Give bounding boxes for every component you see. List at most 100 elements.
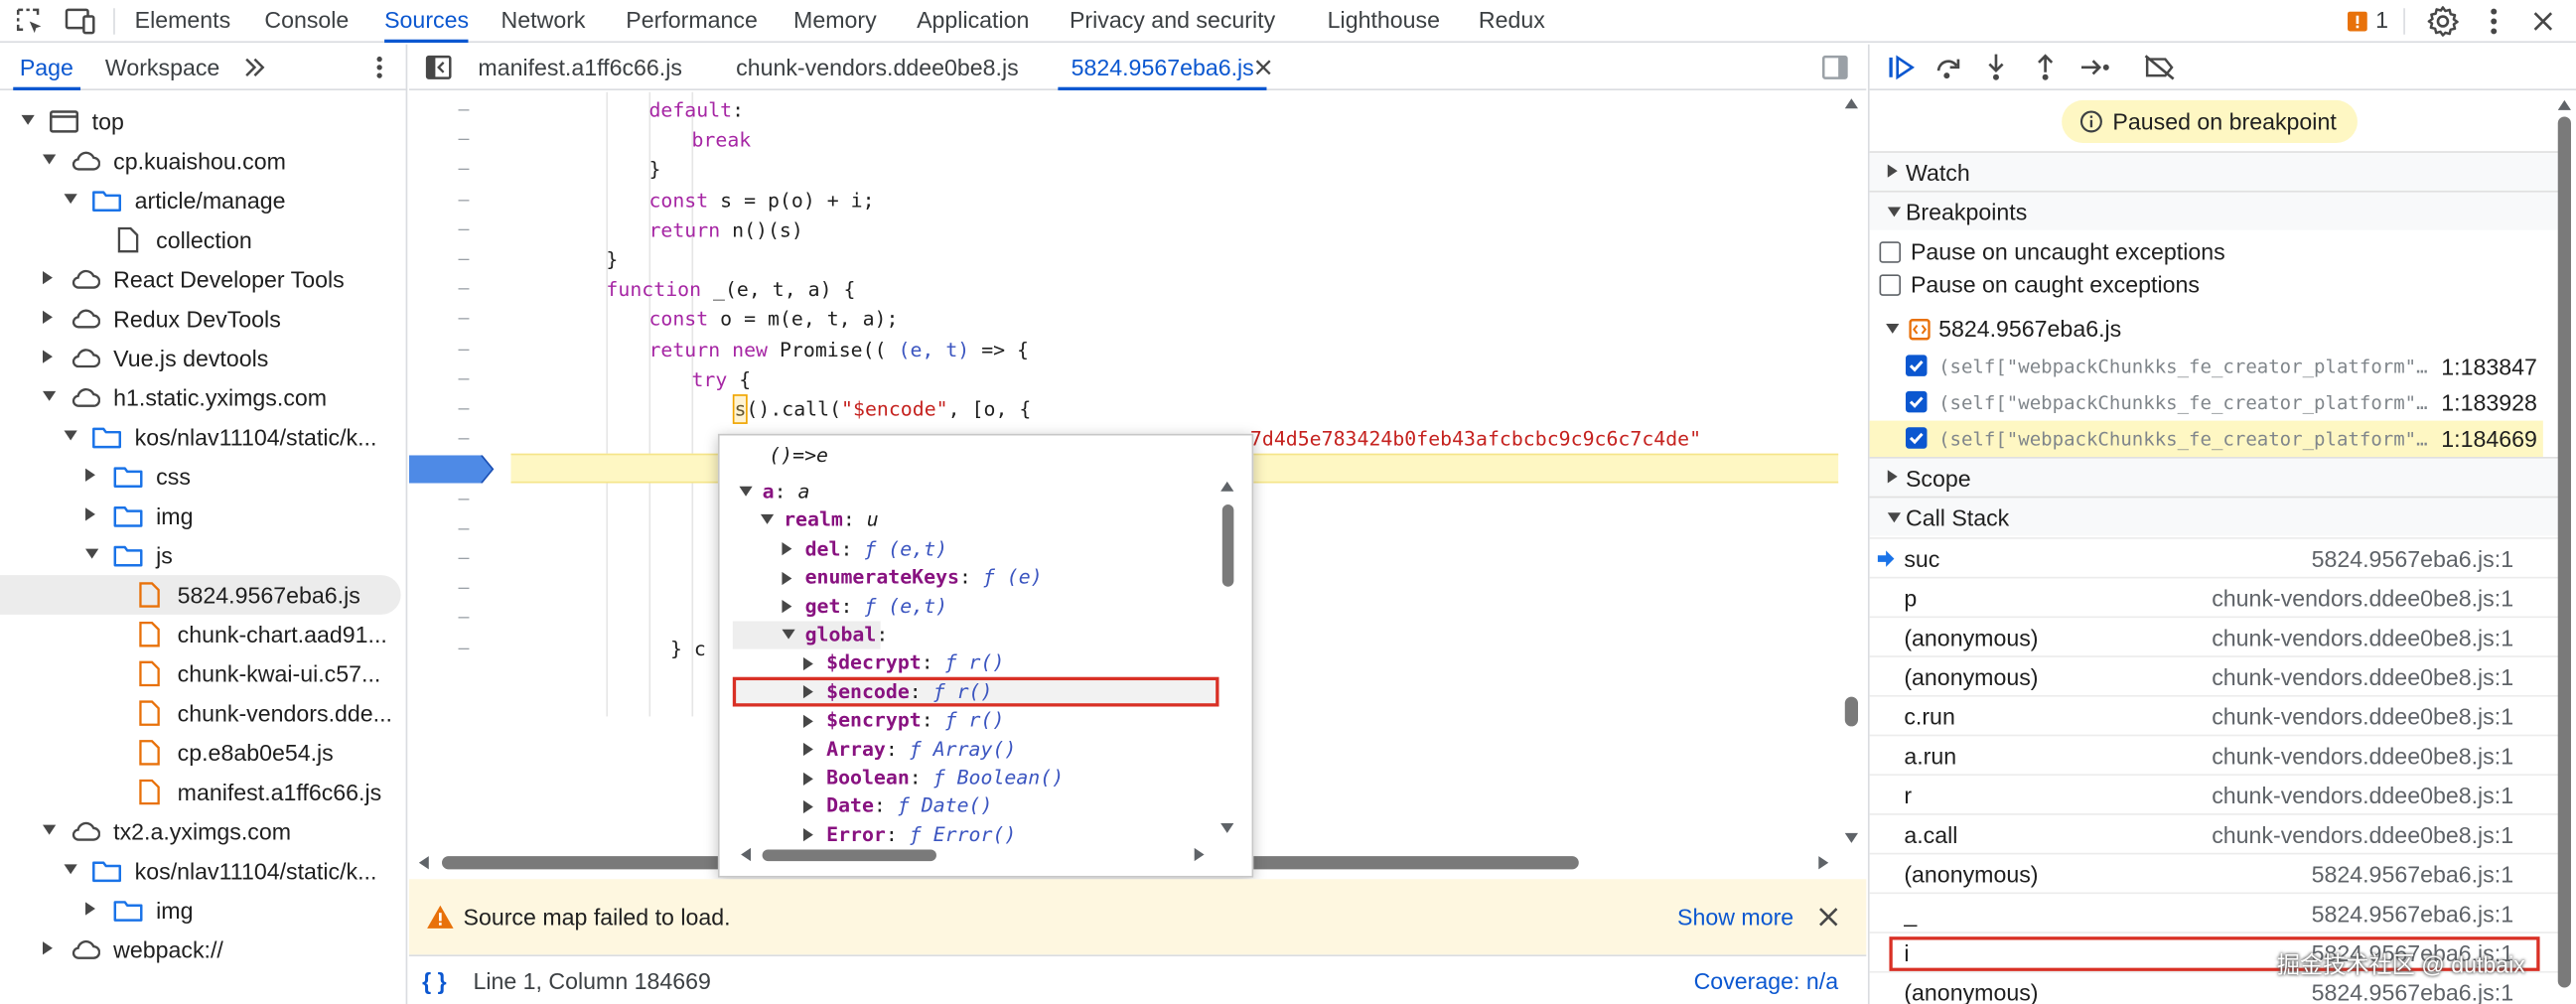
tree-item[interactable]: img bbox=[0, 497, 407, 536]
tree-item[interactable]: webpack:// bbox=[0, 931, 407, 970]
top-tab-console[interactable]: Console bbox=[264, 0, 349, 43]
popover-hscrollbar-thumb[interactable] bbox=[762, 849, 936, 862]
toggle-navigator-icon[interactable] bbox=[424, 55, 454, 80]
issues-flag-icon[interactable] bbox=[2347, 10, 2367, 33]
breakpoint-checkbox[interactable] bbox=[1905, 390, 1928, 413]
settings-gear-icon[interactable] bbox=[2425, 3, 2461, 39]
call-frame-location[interactable]: chunk-vendors.ddee0be8.js:1 bbox=[2212, 776, 2513, 815]
pretty-print-icon[interactable]: { } bbox=[422, 964, 446, 997]
step-icon[interactable] bbox=[2078, 51, 2114, 83]
tree-item[interactable]: h1.static.yximgs.com bbox=[0, 378, 407, 418]
chevron-right-icon[interactable] bbox=[43, 310, 53, 324]
close-tab-icon[interactable] bbox=[1252, 56, 1275, 78]
navigator-more-icon[interactable] bbox=[364, 55, 394, 80]
chevron-down-icon[interactable] bbox=[43, 390, 57, 401]
tree-item[interactable]: chunk-vendors.dde... bbox=[0, 693, 407, 733]
tab-workspace[interactable]: Workspace bbox=[105, 45, 219, 90]
popover-row[interactable]: $decrypt: ƒ r() bbox=[802, 649, 1004, 678]
more-tabs-chevron-icon[interactable] bbox=[240, 55, 270, 80]
hover-popover[interactable]: ()=>e a: a realm: u del: ƒ (e,t) enumerateK… bbox=[717, 433, 1254, 878]
call-frame[interactable]: suc 5824.9567eba6.js:1 bbox=[1869, 537, 2560, 579]
tree-item[interactable]: kos/nlav11104/static/k... bbox=[0, 851, 407, 891]
tree-item[interactable]: kos/nlav11104/static/k... bbox=[0, 417, 407, 457]
popover-row[interactable]: Error: ƒ Error() bbox=[802, 821, 1016, 850]
chevron-down-icon[interactable] bbox=[43, 154, 57, 165]
tab-page[interactable]: Page bbox=[13, 45, 80, 91]
chevron-down-icon[interactable] bbox=[64, 864, 77, 875]
section-call-stack[interactable]: Call Stack bbox=[1869, 496, 2560, 536]
chevron-down-icon[interactable] bbox=[760, 514, 775, 525]
chevron-right-icon[interactable] bbox=[782, 542, 792, 556]
chevron-right-icon[interactable] bbox=[782, 571, 792, 585]
call-frame-location[interactable]: 5824.9567eba6.js:1 bbox=[2312, 894, 2513, 933]
top-tab-lighthouse[interactable]: Lighthouse bbox=[1328, 0, 1440, 43]
tree-item[interactable]: 5824.9567eba6.js bbox=[0, 575, 401, 615]
tree-item[interactable]: img bbox=[0, 891, 407, 931]
section-breakpoints[interactable]: Breakpoints bbox=[1869, 190, 2560, 230]
chevron-right-icon[interactable] bbox=[43, 271, 53, 285]
tree-item[interactable]: Redux DevTools bbox=[0, 299, 407, 339]
scroll-up-icon[interactable] bbox=[1843, 95, 1860, 112]
top-tab-redux[interactable]: Redux bbox=[1479, 0, 1545, 43]
chevron-right-icon[interactable] bbox=[802, 771, 813, 786]
call-frame[interactable]: (anonymous) chunk-vendors.ddee0be8.js:1 bbox=[1869, 655, 2560, 697]
tree-item[interactable]: article/manage bbox=[0, 181, 407, 220]
breakpoint-marker-icon[interactable] bbox=[408, 455, 495, 484]
popover-scrollbar-thumb[interactable] bbox=[1221, 503, 1234, 587]
call-frame-location[interactable]: chunk-vendors.ddee0be8.js:1 bbox=[2212, 618, 2513, 657]
call-frame[interactable]: c.run chunk-vendors.ddee0be8.js:1 bbox=[1869, 694, 2560, 735]
top-tab-privacy-and-security[interactable]: Privacy and security bbox=[1070, 0, 1275, 43]
resume-icon[interactable] bbox=[1883, 51, 1919, 83]
call-frame-location[interactable]: chunk-vendors.ddee0be8.js:1 bbox=[2212, 578, 2513, 618]
call-frame-location[interactable]: 5824.9567eba6.js:1 bbox=[2312, 854, 2513, 894]
call-frame-location[interactable]: 5824.9567eba6.js:1 bbox=[2312, 539, 2513, 579]
call-frame[interactable]: a.call chunk-vendors.ddee0be8.js:1 bbox=[1869, 813, 2560, 853]
chevron-right-icon[interactable] bbox=[782, 600, 792, 614]
popover-scroll-left-icon[interactable] bbox=[738, 846, 755, 863]
popover-row[interactable]: enumerateKeys: ƒ (e) bbox=[782, 564, 1043, 593]
chevron-down-icon[interactable] bbox=[43, 824, 57, 835]
popover-row[interactable]: Date: ƒ Date() bbox=[802, 792, 992, 821]
chevron-right-icon[interactable] bbox=[802, 714, 813, 728]
top-tab-network[interactable]: Network bbox=[501, 0, 586, 43]
chevron-right-icon[interactable] bbox=[802, 685, 813, 699]
breakpoint-checkbox[interactable] bbox=[1905, 355, 1928, 376]
popover-row[interactable]: realm: u bbox=[760, 506, 879, 535]
tree-item[interactable]: tx2.a.yximgs.com bbox=[0, 811, 407, 851]
chevron-right-icon[interactable] bbox=[43, 941, 53, 955]
breakpoint-checkbox[interactable] bbox=[1905, 427, 1928, 449]
tree-item[interactable]: top bbox=[0, 102, 407, 142]
tree-item[interactable]: manifest.a1ff6c66.js bbox=[0, 773, 407, 812]
breakpoint-row[interactable]: (self["webpackChunkks_fe_creator_platfor… bbox=[1870, 349, 2543, 384]
call-frame[interactable]: (anonymous) 5824.9567eba6.js:1 bbox=[1869, 852, 2560, 894]
popover-scroll-down-icon[interactable] bbox=[1218, 820, 1235, 837]
show-more-link[interactable]: Show more bbox=[1677, 879, 1793, 954]
step-over-icon[interactable] bbox=[1931, 51, 1966, 83]
call-frame-location[interactable]: chunk-vendors.ddee0be8.js:1 bbox=[2212, 657, 2513, 697]
tree-item[interactable]: chunk-chart.aad91... bbox=[0, 615, 407, 654]
sidebar-scroll-up-icon[interactable] bbox=[2556, 97, 2573, 114]
tree-item[interactable]: Vue.js devtools bbox=[0, 339, 407, 378]
chevron-right-icon[interactable] bbox=[85, 902, 95, 916]
popover-row[interactable]: del: ƒ (e,t) bbox=[782, 535, 947, 564]
chevron-down-icon[interactable] bbox=[739, 486, 753, 497]
popover-row[interactable]: a: a bbox=[739, 479, 809, 507]
chevron-right-icon[interactable] bbox=[802, 828, 813, 842]
chevron-right-icon[interactable] bbox=[802, 656, 813, 670]
scroll-right-icon[interactable] bbox=[1815, 854, 1832, 871]
step-out-icon[interactable] bbox=[2027, 51, 2063, 83]
top-tab-sources[interactable]: Sources bbox=[384, 0, 470, 44]
device-toolbar-icon[interactable] bbox=[63, 5, 98, 38]
section-watch[interactable]: Watch bbox=[1869, 151, 2560, 191]
chevron-down-icon[interactable] bbox=[85, 548, 99, 559]
popover-scroll-right-icon[interactable] bbox=[1191, 846, 1208, 863]
tree-item[interactable]: collection bbox=[0, 220, 407, 260]
call-frame[interactable]: a.run chunk-vendors.ddee0be8.js:1 bbox=[1869, 734, 2560, 775]
call-frame[interactable]: r chunk-vendors.ddee0be8.js:1 bbox=[1869, 774, 2560, 815]
chevron-right-icon[interactable] bbox=[802, 743, 813, 757]
coverage-status[interactable]: Coverage: n/a bbox=[1694, 964, 1839, 997]
tree-item[interactable]: cp.e8ab0e54.js bbox=[0, 733, 407, 773]
popover-row[interactable]: $encode: ƒ r() bbox=[802, 678, 992, 707]
vertical-scrollbar-thumb[interactable] bbox=[1844, 696, 1859, 727]
deactivate-breakpoints-icon[interactable] bbox=[2142, 51, 2178, 83]
